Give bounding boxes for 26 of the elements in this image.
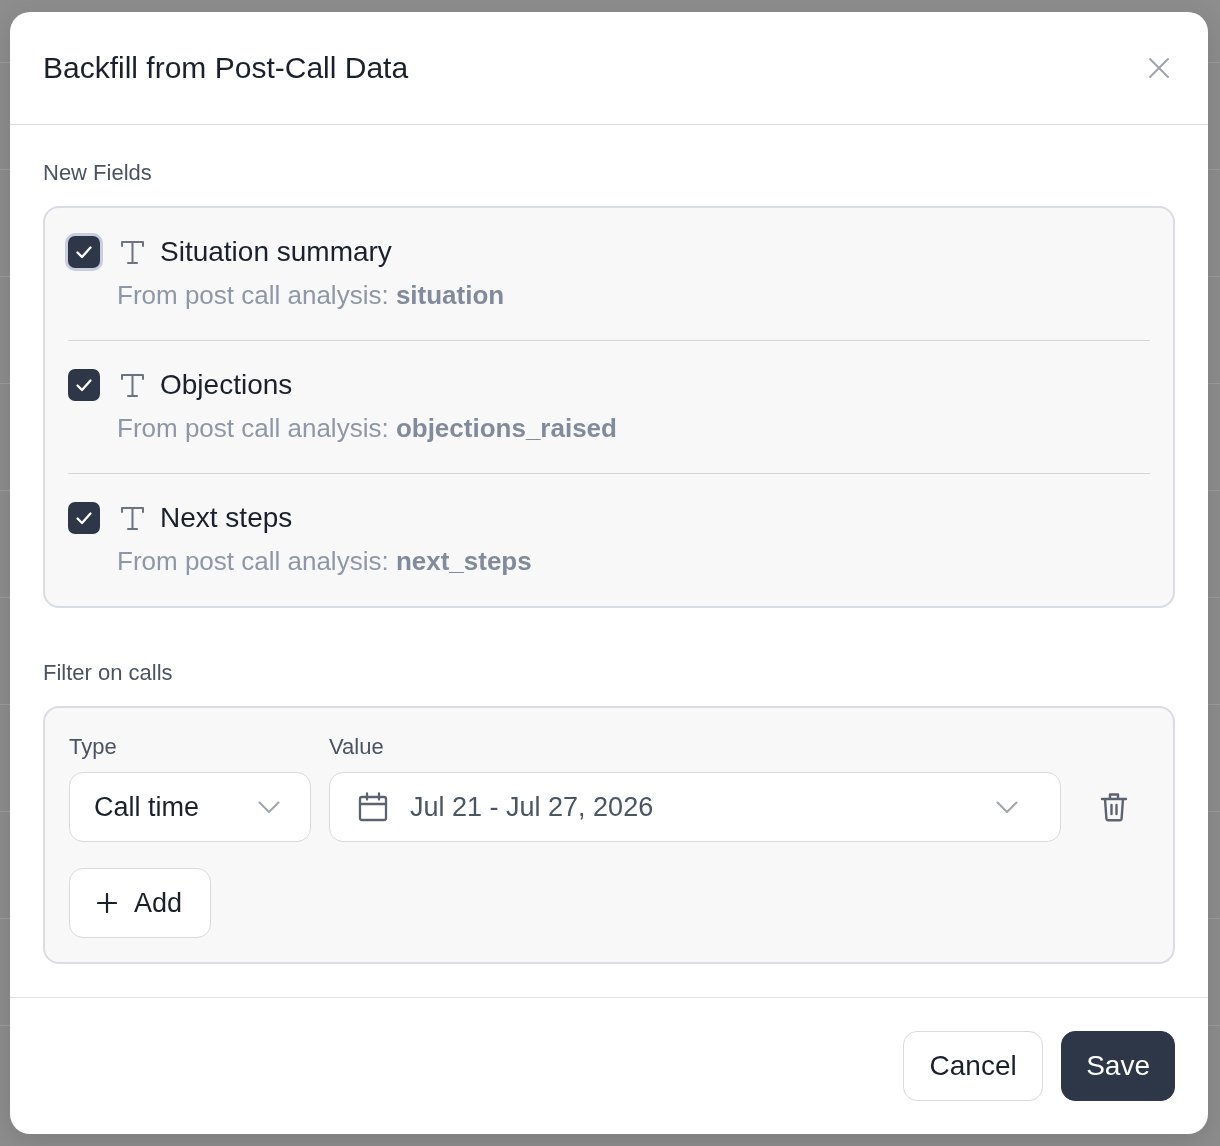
text-type-icon [120, 372, 145, 398]
chevron-down-icon [996, 801, 1018, 813]
dialog-title: Backfill from Post-Call Data [43, 50, 409, 86]
field-source: From post call analysis: next_steps [117, 545, 532, 578]
section-label: Filter on calls [43, 659, 173, 687]
plus-icon [97, 893, 117, 913]
calendar-icon [358, 792, 388, 822]
field-name: Objections [160, 368, 293, 402]
field-source: From post call analysis: objections_raised [117, 412, 617, 445]
field-label: Value [329, 734, 384, 760]
text-type-icon [120, 505, 145, 531]
trash-icon[interactable] [1100, 792, 1128, 822]
checkbox[interactable] [68, 369, 100, 401]
save-button[interactable]: Save [1061, 1031, 1175, 1101]
field-source: From post call analysis: situation [117, 279, 505, 312]
field-name: Situation summary [160, 235, 392, 269]
checkbox[interactable] [68, 502, 100, 534]
field-label: Type [69, 734, 117, 760]
chevron-down-icon [258, 801, 280, 813]
field-name: Next steps [160, 501, 293, 535]
add-button[interactable]: Add [69, 868, 211, 938]
text-type-icon [120, 239, 145, 265]
section-label: New Fields [43, 159, 152, 187]
date-range-select[interactable]: Jul 21 - Jul 27, 2026 [329, 772, 1061, 842]
cancel-button[interactable]: Cancel [903, 1031, 1044, 1101]
type-select[interactable]: Call time [69, 772, 311, 842]
